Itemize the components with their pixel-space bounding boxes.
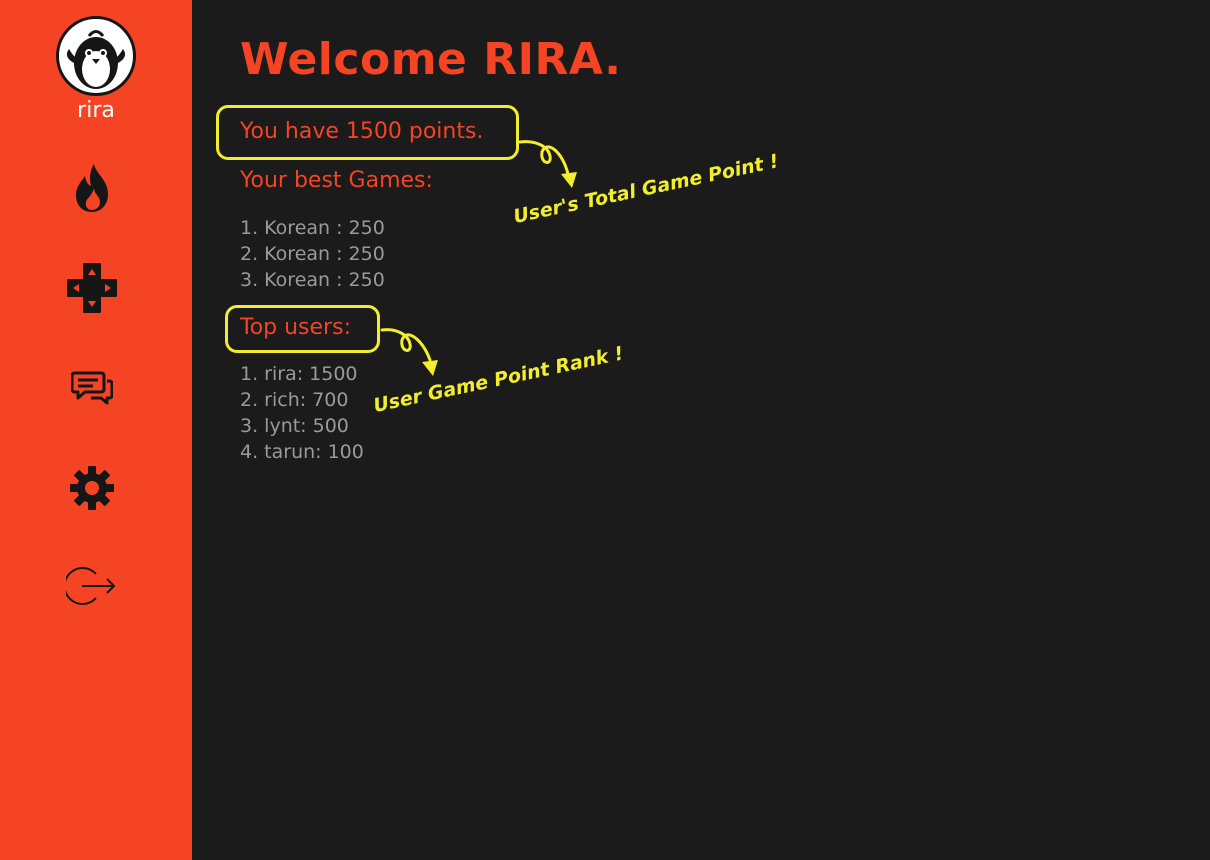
list-item: 4. tarun: 100 [240, 441, 364, 463]
penguin-avatar-icon [66, 30, 126, 89]
list-item: 1. Korean : 250 [240, 217, 385, 239]
nav-item-games[interactable] [56, 256, 128, 320]
avatar[interactable] [56, 16, 136, 96]
annotation-arrow-icon [380, 328, 432, 362]
total-points-text: You have 1500 points. [240, 119, 484, 144]
arrowhead-icon [561, 172, 577, 188]
top-users-list: 1. rira: 1500 2. rich: 700 3. lynt: 500 … [240, 361, 364, 465]
sidebar: rira [0, 0, 192, 860]
list-item: 3. Korean : 250 [240, 269, 385, 291]
logout-icon [66, 567, 116, 605]
username-label: rira [77, 98, 115, 123]
app-root: rira Welcome RIRA. You have 1500 points.… [0, 0, 1210, 860]
list-item: 2. Korean : 250 [240, 243, 385, 265]
list-item: 2. rich: 700 [240, 389, 349, 411]
nav-item-chat[interactable] [56, 356, 128, 420]
list-item: 3. lynt: 500 [240, 415, 349, 437]
page-title: Welcome RIRA. [240, 34, 622, 85]
top-users-heading: Top users: [240, 315, 351, 340]
best-games-list: 1. Korean : 250 2. Korean : 250 3. Korea… [240, 215, 385, 293]
nav-item-logout[interactable] [56, 554, 128, 618]
arrowhead-icon [422, 360, 438, 376]
best-games-heading: Your best Games: [240, 168, 433, 193]
dpad-icon [67, 263, 117, 313]
total-points-annotation: User's Total Game Point ! [511, 150, 781, 228]
list-item: 1. rira: 1500 [240, 363, 358, 385]
annotation-arrow-icon [518, 140, 570, 176]
chat-bubbles-icon [71, 371, 113, 405]
nav-item-trending[interactable] [56, 156, 128, 220]
nav-item-settings[interactable] [56, 456, 128, 520]
gear-icon [70, 466, 114, 510]
flame-icon [76, 164, 108, 212]
rank-annotation: User Game Point Rank ! [371, 342, 626, 417]
